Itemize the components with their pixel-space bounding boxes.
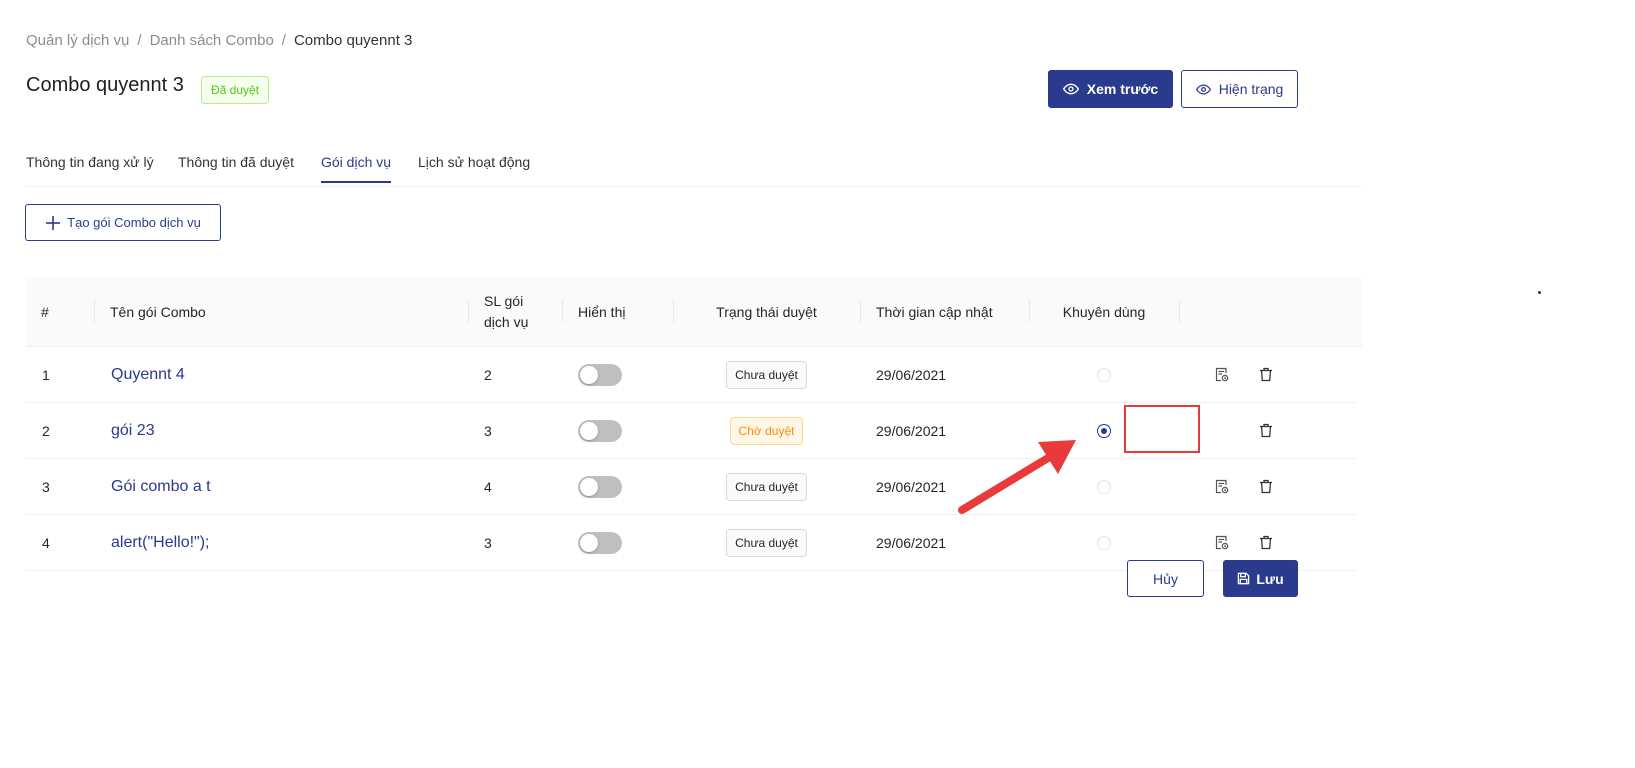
status-badge: Đã duyệt — [201, 76, 270, 104]
recommended-radio[interactable] — [1097, 479, 1111, 494]
row-index: 1 — [42, 366, 50, 383]
create-combo-package-label: Tạo gói Combo dịch vụ — [67, 215, 201, 230]
column-header-count-label: SL gói dịch vụ — [484, 291, 528, 333]
column-header-index: # — [41, 303, 49, 320]
recommended-cell — [1029, 347, 1179, 402]
save-button[interactable]: Lưu — [1223, 560, 1298, 597]
breadcrumb-service-management[interactable]: Quản lý dịch vụ — [26, 32, 129, 49]
cancel-button-label: Hủy — [1153, 570, 1178, 587]
eye-icon — [1195, 83, 1211, 95]
column-header-approval-label: Trạng thái duyệt — [716, 303, 817, 320]
row-index: 4 — [42, 534, 50, 551]
display-toggle-cell — [578, 459, 622, 514]
display-toggle-cell — [578, 515, 622, 570]
approval-status-badge: Chờ duyệt — [729, 416, 804, 445]
column-header-display: Hiển thị — [562, 277, 625, 346]
column-header-updated-label: Thời gian cập nhật — [876, 303, 993, 320]
column-header-actions — [1179, 277, 1189, 346]
recommended-radio[interactable] — [1097, 423, 1111, 438]
approval-status-badge: Chưa duyệt — [726, 528, 807, 557]
cancel-button[interactable]: Hủy — [1127, 560, 1204, 597]
column-header-name-label: Tên gói Combo — [110, 303, 206, 320]
display-toggle[interactable] — [578, 363, 622, 386]
display-toggle[interactable] — [578, 419, 622, 442]
edit-doc-icon[interactable] — [1213, 478, 1231, 496]
tab-bar: Thông tin đang xử lý Thông tin đã duyệt … — [26, 146, 1362, 187]
service-count: 3 — [484, 422, 492, 439]
delete-cell — [1257, 403, 1275, 458]
breadcrumb-separator: / — [137, 32, 142, 49]
breadcrumb: Quản lý dịch vụ / Danh sách Combo / Comb… — [26, 32, 412, 49]
column-header-count-line1: SL gói — [484, 292, 524, 309]
tab-service-packages[interactable]: Gói dịch vụ — [321, 154, 392, 183]
page-title: Combo quyennt 3 — [26, 74, 184, 96]
updated-time: 29/06/2021 — [876, 534, 947, 551]
current-status-button[interactable]: Hiện trạng — [1181, 70, 1298, 108]
save-icon — [1238, 572, 1250, 585]
breadcrumb-separator: / — [281, 32, 286, 49]
tab-processing-info[interactable]: Thông tin đang xử lý — [26, 154, 154, 181]
plus-icon — [46, 215, 61, 230]
save-button-label: Lưu — [1256, 570, 1284, 587]
delete-cell — [1257, 347, 1275, 402]
approval-status-badge: Chưa duyệt — [726, 360, 807, 389]
column-header-count-line2: dịch vụ — [484, 313, 529, 330]
display-toggle[interactable] — [578, 475, 622, 498]
tab-approved-info[interactable]: Thông tin đã duyệt — [178, 154, 294, 181]
preview-button-label: Xem trước — [1086, 81, 1159, 97]
column-header-recommended-label: Khuyên dùng — [1062, 303, 1146, 320]
edit-cell — [1213, 459, 1231, 514]
trash-icon[interactable] — [1257, 422, 1275, 440]
column-header-name: Tên gói Combo — [94, 277, 206, 346]
service-count: 2 — [484, 366, 492, 383]
updated-time: 29/06/2021 — [876, 366, 947, 383]
stray-dot — [1538, 291, 1541, 294]
approval-status-badge: Chưa duyệt — [726, 472, 807, 501]
trash-icon[interactable] — [1257, 478, 1275, 496]
display-toggle[interactable] — [578, 531, 622, 554]
row-index: 2 — [42, 422, 50, 439]
breadcrumb-current: Combo quyennt 3 — [293, 32, 413, 49]
annotation-arrow-icon — [958, 440, 1076, 514]
eye-icon — [1062, 83, 1079, 95]
table-row: 3 Gói combo a t 4 Chưa duyệt 29/06/2021 — [26, 459, 1356, 515]
approval-status-cell: Chờ duyệt — [673, 403, 860, 458]
combo-name-link[interactable]: gói 23 — [111, 403, 155, 458]
combo-name-link[interactable]: Quyennt 4 — [111, 347, 185, 402]
create-combo-package-button[interactable]: Tạo gói Combo dịch vụ — [25, 204, 221, 241]
recommended-radio[interactable] — [1097, 535, 1111, 550]
combo-name-link[interactable]: alert("Hello!"); — [111, 515, 210, 570]
preview-button[interactable]: Xem trước — [1048, 70, 1173, 108]
service-count: 4 — [484, 478, 492, 495]
updated-time: 29/06/2021 — [876, 478, 947, 495]
column-header-updated: Thời gian cập nhật — [860, 277, 993, 346]
approval-status-cell: Chưa duyệt — [673, 515, 860, 570]
trash-icon[interactable] — [1257, 534, 1275, 552]
column-header-approval: Trạng thái duyệt — [673, 277, 860, 346]
display-toggle-cell — [578, 347, 622, 402]
table-row: 1 Quyennt 4 2 Chưa duyệt 29/06/2021 — [26, 347, 1356, 403]
approval-status-cell: Chưa duyệt — [673, 459, 860, 514]
combo-name-link[interactable]: Gói combo a t — [111, 459, 211, 514]
edit-cell — [1213, 347, 1231, 402]
current-status-button-label: Hiện trạng — [1218, 81, 1284, 97]
trash-icon[interactable] — [1257, 366, 1275, 384]
annotation-highlight-box — [1124, 405, 1200, 453]
table-header: # Tên gói Combo SL gói dịch vụ Hiển thị T… — [26, 277, 1362, 347]
edit-doc-icon[interactable] — [1213, 534, 1231, 552]
column-header-display-label: Hiển thị — [578, 303, 626, 320]
column-header-count: SL gói dịch vụ — [468, 277, 528, 346]
delete-cell — [1257, 459, 1275, 514]
service-count: 3 — [484, 534, 492, 551]
edit-doc-icon[interactable] — [1213, 366, 1231, 384]
column-header-recommended: Khuyên dùng — [1029, 277, 1179, 346]
display-toggle-cell — [578, 403, 622, 458]
row-index: 3 — [42, 478, 50, 495]
breadcrumb-combo-list[interactable]: Danh sách Combo — [150, 32, 274, 49]
recommended-radio[interactable] — [1097, 367, 1111, 382]
tab-activity-history[interactable]: Lịch sử hoạt động — [418, 154, 530, 181]
approval-status-cell: Chưa duyệt — [673, 347, 860, 402]
updated-time: 29/06/2021 — [876, 422, 947, 439]
